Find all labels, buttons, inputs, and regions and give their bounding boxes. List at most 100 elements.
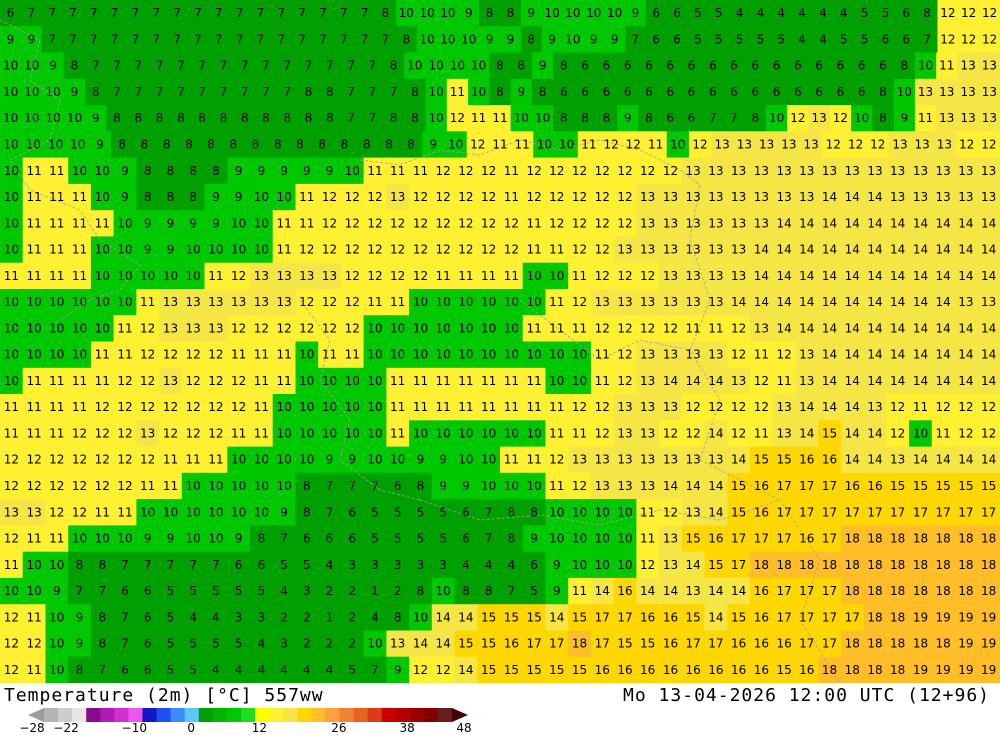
temperature-value-label: 16 xyxy=(754,610,769,624)
temperature-value-label: 19 xyxy=(936,610,951,624)
temperature-value-label: 18 xyxy=(913,532,928,546)
temperature-value-label: 6 xyxy=(666,85,674,99)
temperature-value-label: 8 xyxy=(198,111,206,125)
temperature-value-label: 10 xyxy=(572,532,587,546)
temperature-value-label: 12 xyxy=(458,164,473,178)
temperature-value-label: 12 xyxy=(186,400,201,414)
temperature-value-label: 12 xyxy=(692,138,707,152)
temperature-value-label: 7 xyxy=(76,584,84,598)
temperature-value-label: 14 xyxy=(981,243,996,257)
scale-color-step xyxy=(409,708,425,722)
temperature-value-label: 6 xyxy=(462,505,470,519)
temperature-value-label: 12 xyxy=(95,479,110,493)
temperature-value-label: 12 xyxy=(626,138,641,152)
temperature-value-label: 6 xyxy=(882,32,890,46)
temperature-value-label: 12 xyxy=(617,321,632,335)
scale-max-arrow xyxy=(452,708,468,722)
temperature-value-label: 8 xyxy=(394,610,402,624)
temperature-value-label: 13 xyxy=(663,269,678,283)
temperature-value-label: 7 xyxy=(177,85,185,99)
temperature-value-label: 7 xyxy=(121,637,129,651)
temperature-value-label: 14 xyxy=(936,295,951,309)
temperature-value-label: 11 xyxy=(117,505,132,519)
temperature-value-label: 8 xyxy=(390,111,398,125)
temperature-value-label: 17 xyxy=(867,505,882,519)
temperature-value-label: 7 xyxy=(348,479,356,493)
temperature-value-label: 15 xyxy=(481,663,496,677)
temperature-value-label: 13 xyxy=(754,216,769,230)
temperature-value-label: 14 xyxy=(776,243,791,257)
temperature-value-label: 12 xyxy=(4,479,19,493)
temperature-value-label: 7 xyxy=(319,32,327,46)
temperature-value-label: 7 xyxy=(371,663,379,677)
temperature-value-label: 12 xyxy=(617,190,632,204)
temperature-value-label: 18 xyxy=(776,558,791,572)
temperature-value-label: 12 xyxy=(436,164,451,178)
scale-color-step xyxy=(269,708,284,722)
temperature-value-label: 10 xyxy=(526,348,541,362)
temperature-value-label: 7 xyxy=(98,584,106,598)
temperature-value-label: 14 xyxy=(708,426,723,440)
temperature-value-label: 8 xyxy=(167,190,175,204)
temperature-value-label: 14 xyxy=(754,243,769,257)
temperature-value-label: 11 xyxy=(254,374,269,388)
temperature-value-label: 9 xyxy=(258,164,266,178)
temperature-value-label: 12 xyxy=(208,400,223,414)
temperature-value-label: 12 xyxy=(776,348,791,362)
temperature-value-label: 7 xyxy=(283,59,291,73)
temperature-value-label: 8 xyxy=(258,532,266,546)
temperature-value-label: 10 xyxy=(367,348,382,362)
temperature-value-label: 10 xyxy=(67,111,82,125)
temperature-value-label: 4 xyxy=(280,584,288,598)
temperature-value-label: 18 xyxy=(890,663,905,677)
temperature-value-label: 7 xyxy=(298,32,306,46)
temperature-value-label: 14 xyxy=(913,374,928,388)
scale-color-step xyxy=(367,708,383,722)
temperature-value-label: 13 xyxy=(799,164,814,178)
temperature-value-label: 7 xyxy=(283,85,291,99)
temperature-value-label: 11 xyxy=(208,269,223,283)
temperature-value-label: 11 xyxy=(26,269,41,283)
temperature-value-label: 17 xyxy=(822,505,837,519)
temperature-value-label: 11 xyxy=(254,400,269,414)
temperature-value-label: 5 xyxy=(777,32,785,46)
temperature-value-label: 8 xyxy=(144,164,152,178)
temperature-value-label: 8 xyxy=(76,663,84,677)
temperature-value-label: 10 xyxy=(276,453,291,467)
temperature-value-label: 11 xyxy=(436,400,451,414)
temperature-value-label: 10 xyxy=(276,479,291,493)
temperature-value-label: 16 xyxy=(799,663,814,677)
temperature-value-label: 11 xyxy=(504,453,519,467)
temperature-value-label: 14 xyxy=(663,584,678,598)
temperature-value-label: 17 xyxy=(754,532,769,546)
temperature-value-label: 12 xyxy=(572,295,587,309)
temperature-value-label: 7 xyxy=(156,85,164,99)
temperature-value-label: 18 xyxy=(845,663,860,677)
temperature-value-label: 11 xyxy=(549,400,564,414)
temperature-value-label: 9 xyxy=(553,558,561,572)
temperature-value-label: 19 xyxy=(981,637,996,651)
temperature-value-label: 8 xyxy=(167,164,175,178)
temperature-value-label: 13 xyxy=(663,558,678,572)
temperature-value-label: 8 xyxy=(274,138,282,152)
temperature-value-label: 3 xyxy=(303,584,311,598)
temperature-value-label: 4 xyxy=(235,663,243,677)
temperature-value-label: 14 xyxy=(799,295,814,309)
temperature-value-label: 12 xyxy=(322,295,337,309)
temperature-value-label: 13 xyxy=(686,348,701,362)
temperature-value-label: 12 xyxy=(981,426,996,440)
temperature-value-label: 13 xyxy=(640,400,655,414)
temperature-value-label: 11 xyxy=(163,453,178,467)
temperature-value-label: 14 xyxy=(867,295,882,309)
temperature-value-label: 13 xyxy=(958,295,973,309)
temperature-value-label: 12 xyxy=(26,453,41,467)
temperature-value-label: 10 xyxy=(481,453,496,467)
temperature-value-label: 17 xyxy=(776,479,791,493)
temperature-value-label: 13 xyxy=(640,216,655,230)
temperature-value-label: 10 xyxy=(3,85,18,99)
temperature-value-label: 10 xyxy=(208,243,223,257)
temperature-value-label: 14 xyxy=(867,426,882,440)
temperature-value-label: 18 xyxy=(981,584,996,598)
temperature-value-label: 12 xyxy=(72,479,87,493)
temperature-value-label: 9 xyxy=(530,532,538,546)
